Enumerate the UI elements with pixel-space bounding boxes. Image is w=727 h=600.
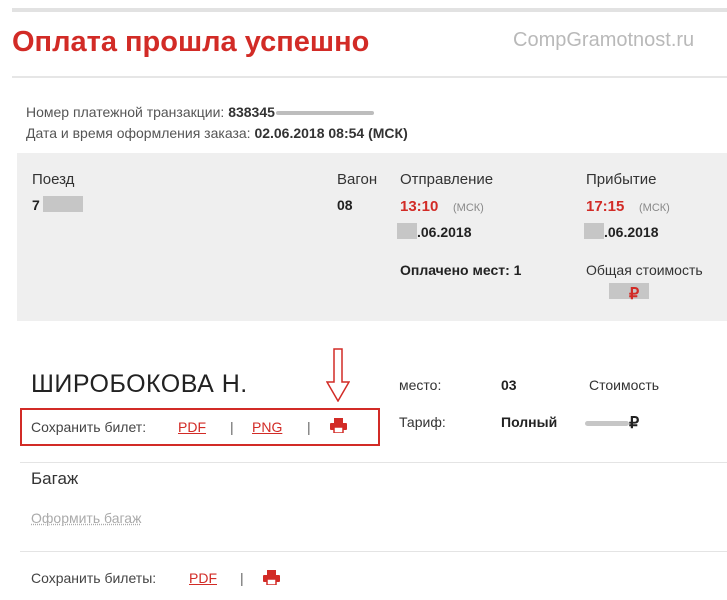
arrival-timezone: (МСК) (639, 202, 670, 214)
page-title: Оплата прошла успешно (12, 26, 370, 58)
divider-line (20, 551, 727, 552)
redaction-block (397, 223, 417, 239)
order-date-label: Дата и время оформления заказа: (26, 125, 251, 141)
save-ticket-label: Сохранить билет: (31, 419, 147, 435)
departure-date: .06.2018 (417, 224, 472, 240)
order-date-value: 02.06.2018 08:54 (МСК) (254, 125, 408, 141)
printer-icon[interactable] (330, 418, 347, 433)
save-ticket-png-link[interactable]: PNG (252, 419, 282, 435)
save-tickets-label: Сохранить билеты: (31, 570, 157, 586)
save-tickets-pdf-link[interactable]: PDF (189, 570, 217, 586)
departure-timezone: (МСК) (453, 202, 484, 214)
baggage-title: Багаж (31, 469, 79, 488)
seat-value: 03 (501, 377, 517, 393)
printer-icon[interactable] (263, 570, 280, 585)
trip-details-panel: Поезд 7 Вагон 08 Отправление 13:10 (МСК)… (17, 153, 727, 321)
departure-time: 13:10 (400, 198, 439, 215)
arrival-date: .06.2018 (604, 224, 659, 240)
arrival-time: 17:15 (586, 198, 625, 215)
top-divider (12, 8, 727, 12)
down-arrow-annotation (326, 348, 350, 402)
divider: | (240, 570, 244, 586)
ticket-currency: ₽ (629, 415, 640, 432)
car-label: Вагон (337, 171, 378, 188)
divider-line (20, 462, 727, 463)
transaction-number-value: 838345 (228, 104, 275, 120)
divider: | (230, 419, 234, 435)
tariff-value: Полный (501, 414, 558, 430)
header-divider (12, 76, 727, 78)
order-date-row: Дата и время оформления заказа: 02.06.20… (26, 125, 408, 141)
cost-label: Стоимость (589, 377, 660, 393)
transaction-number-row: Номер платежной транзакции: 838345 (26, 104, 374, 120)
car-value: 08 (337, 197, 353, 213)
divider: | (307, 419, 311, 435)
train-value: 7 (32, 197, 40, 213)
redaction-block (584, 223, 604, 239)
redaction-bar (275, 111, 374, 116)
redaction-bar (585, 421, 629, 426)
passenger-name: ШИРОБОКОВА Н. (31, 370, 248, 398)
transaction-number-label: Номер платежной транзакции: (26, 104, 225, 120)
total-currency: ₽ (629, 286, 640, 303)
seat-label: место: (399, 377, 442, 393)
redaction-block (43, 196, 83, 212)
arrival-label: Прибытие (586, 171, 657, 188)
departure-label: Отправление (400, 171, 494, 188)
save-ticket-pdf-link[interactable]: PDF (178, 419, 206, 435)
total-cost-label: Общая стоимость (586, 262, 703, 278)
add-baggage-link[interactable]: Оформить багаж (31, 510, 141, 526)
tariff-label: Тариф: (399, 414, 446, 430)
paid-seats: Оплачено мест: 1 (400, 262, 522, 278)
watermark: CompGramotnost.ru (513, 29, 695, 51)
train-label: Поезд (32, 171, 75, 188)
